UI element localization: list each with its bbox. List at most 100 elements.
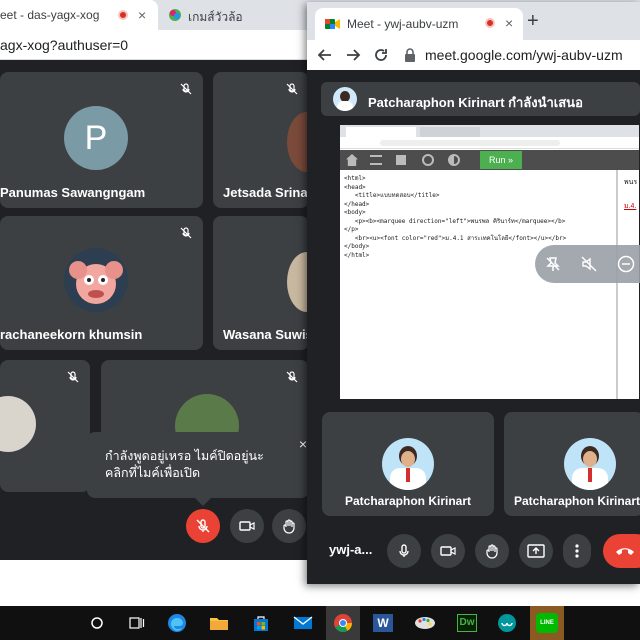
camera-toggle-button[interactable] bbox=[431, 534, 465, 568]
back-arrow-icon[interactable] bbox=[317, 47, 333, 63]
bg-tab-meet[interactable]: eet - das-yagx-xog × bbox=[0, 0, 158, 30]
present-icon bbox=[527, 544, 545, 558]
remove-icon[interactable] bbox=[617, 255, 635, 273]
search-icon[interactable] bbox=[80, 606, 114, 640]
forward-arrow-icon[interactable] bbox=[345, 47, 361, 63]
participant-name: Jetsada Srinak bbox=[223, 185, 309, 200]
avatar bbox=[287, 252, 309, 312]
new-tab-button[interactable]: + bbox=[527, 10, 539, 33]
participant-tile-5[interactable] bbox=[0, 360, 90, 492]
mic-off-icon bbox=[67, 371, 79, 383]
code-line: <body> bbox=[344, 209, 366, 216]
close-icon[interactable]: × bbox=[299, 436, 307, 453]
recording-icon bbox=[118, 10, 128, 20]
chrome-icon[interactable] bbox=[326, 606, 360, 640]
line-icon[interactable]: LINE bbox=[530, 606, 564, 640]
bg-tab-game[interactable]: เกมส์วัวล้อ bbox=[160, 0, 310, 30]
game-favicon-icon bbox=[169, 9, 181, 21]
hand-icon bbox=[283, 519, 295, 534]
code-line: <html> bbox=[344, 175, 366, 182]
participant-tile-patcharaphon-2[interactable]: Patcharaphon Kirinart bbox=[504, 412, 640, 516]
lock-icon bbox=[405, 48, 415, 62]
mic-icon bbox=[399, 544, 409, 557]
contrast-icon bbox=[448, 154, 460, 166]
mic-off-icon bbox=[180, 227, 192, 239]
end-call-icon bbox=[616, 548, 634, 555]
pin-off-icon[interactable] bbox=[545, 256, 561, 272]
paint-icon[interactable] bbox=[408, 606, 442, 640]
popup-tab-title: Meet - ywj-aubv-uzm bbox=[347, 17, 459, 31]
avatar bbox=[287, 112, 309, 172]
popup-url[interactable]: meet.google.com/ywj-aubv-uzm bbox=[425, 47, 623, 63]
bg-tab-title-2: เกมส์วัวล้อ bbox=[188, 10, 243, 24]
presenter-banner: Patcharaphon Kirinart กำลังนำเสนอ bbox=[321, 82, 640, 116]
dreamweaver-icon[interactable]: Dw bbox=[450, 606, 484, 640]
avatar bbox=[0, 396, 36, 452]
mail-icon[interactable] bbox=[286, 606, 320, 640]
participant-tile-patcharaphon-1[interactable]: Patcharaphon Kirinart bbox=[322, 412, 494, 516]
arduino-icon[interactable] bbox=[490, 606, 524, 640]
save-icon bbox=[396, 155, 406, 165]
volume-off-icon[interactable] bbox=[581, 256, 597, 272]
participant-tile-wasana[interactable]: Wasana Suwise bbox=[213, 216, 309, 350]
shared-browser-tabs bbox=[340, 125, 639, 137]
avatar bbox=[382, 438, 434, 490]
word-icon[interactable]: W bbox=[366, 606, 400, 640]
participant-tile-rachaneekorn[interactable]: rachaneekorn khumsin bbox=[0, 216, 203, 350]
participant-name: rachaneekorn khumsin bbox=[0, 327, 143, 342]
meeting-code: ywj-a... bbox=[329, 542, 373, 557]
close-icon[interactable]: × bbox=[138, 8, 146, 22]
mic-muted-tooltip: กำลังพูดอยู่เหรอ ไมค์ปิดอยู่นะ คลิกที่ไม… bbox=[87, 432, 309, 506]
mic-off-icon bbox=[196, 519, 210, 533]
code-line: <title>แบบทดสอบ</title> bbox=[344, 192, 440, 199]
participant-tile-jetsada[interactable]: Jetsada Srinak bbox=[213, 72, 309, 208]
home-icon bbox=[346, 154, 358, 166]
floating-controls bbox=[535, 245, 640, 283]
raise-hand-button[interactable] bbox=[272, 509, 306, 543]
task-view-icon[interactable] bbox=[120, 606, 154, 640]
windows-taskbar: W Dw LINE bbox=[0, 606, 640, 640]
camera-toggle-button[interactable] bbox=[230, 509, 264, 543]
file-explorer-icon[interactable] bbox=[202, 606, 236, 640]
raise-hand-button[interactable] bbox=[475, 534, 509, 568]
store-icon[interactable] bbox=[244, 606, 278, 640]
participant-name: Patcharaphon Kirinart bbox=[514, 494, 640, 508]
close-icon[interactable]: × bbox=[505, 16, 513, 30]
code-line: <head> bbox=[344, 183, 366, 191]
popup-tab-strip: Meet - ywj-aubv-uzm × + bbox=[307, 2, 640, 40]
avatar bbox=[564, 438, 616, 490]
reload-icon[interactable] bbox=[373, 47, 389, 63]
end-call-button[interactable] bbox=[603, 534, 640, 568]
camera-icon bbox=[239, 521, 255, 531]
code-line: <br><u><font color="red">ม.4.1 สาระเทคโน… bbox=[344, 234, 567, 242]
tooltip-text: กำลังพูดอยู่เหรอ ไมค์ปิดอยู่นะ คลิกที่ไม… bbox=[105, 449, 264, 480]
mic-toggle-button[interactable] bbox=[387, 534, 421, 568]
popup-tab-meet[interactable]: Meet - ywj-aubv-uzm × bbox=[315, 8, 523, 40]
avatar: P bbox=[64, 106, 128, 170]
popup-nav-bar: meet.google.com/ywj-aubv-uzm bbox=[307, 40, 640, 70]
bg-tab-title: eet - das-yagx-xog bbox=[0, 8, 100, 22]
refresh-icon bbox=[422, 154, 434, 166]
participant-name: Patcharaphon Kirinart bbox=[344, 494, 472, 508]
meet-popup-window: Meet - ywj-aubv-uzm × + meet.google.com/… bbox=[307, 2, 640, 584]
avatar bbox=[333, 87, 357, 111]
present-screen-button[interactable] bbox=[519, 534, 553, 568]
preview-text: พนร bbox=[624, 179, 638, 186]
participant-tile-panumas[interactable]: P Panumas Sawangngam bbox=[0, 72, 203, 208]
meet-logo-icon bbox=[325, 19, 340, 29]
editor-divider bbox=[616, 170, 618, 399]
avatar bbox=[64, 248, 128, 312]
shared-editor-toolbar: Run » bbox=[340, 150, 639, 170]
participant-name: Wasana Suwise bbox=[223, 327, 309, 342]
menu-icon bbox=[370, 155, 382, 165]
mic-off-icon bbox=[286, 371, 298, 383]
mic-off-icon bbox=[286, 83, 298, 95]
preview-text-red: ม.4. bbox=[624, 203, 637, 210]
code-line: <p><b><marquee direction="left">พนรพล คิ… bbox=[344, 217, 566, 225]
mic-off-icon bbox=[180, 83, 192, 95]
more-options-button[interactable] bbox=[563, 534, 591, 568]
mic-toggle-button[interactable] bbox=[186, 509, 220, 543]
hand-icon bbox=[486, 544, 498, 559]
recording-icon bbox=[485, 18, 495, 28]
edge-icon[interactable] bbox=[160, 606, 194, 640]
